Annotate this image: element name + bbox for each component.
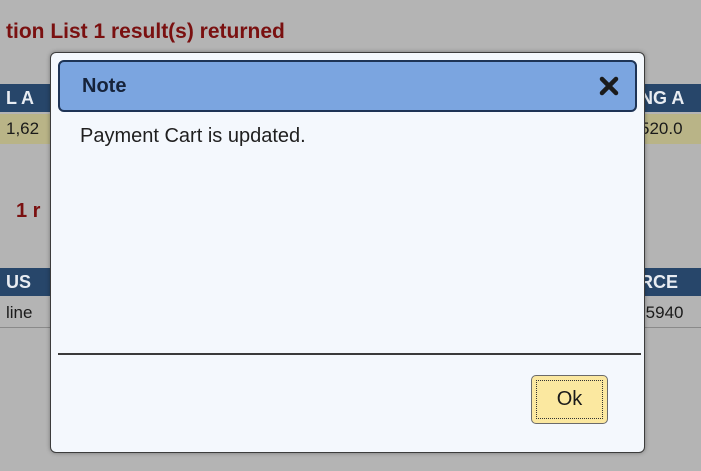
dialog-divider (58, 353, 641, 355)
column-header-left: L A (6, 88, 35, 108)
page-title: tion List 1 result(s) returned (6, 20, 285, 43)
column-header-status: US (6, 272, 32, 292)
cell-amount-left: 1,62 (6, 119, 40, 138)
ok-button[interactable]: Ok (531, 375, 608, 424)
cell-status: line (6, 303, 33, 322)
cell-source: -5940 (640, 303, 684, 322)
ok-button-label: Ok (536, 380, 603, 419)
column-header-right: NG A (640, 88, 685, 108)
dialog-title: Note (82, 75, 127, 97)
dialog-message: Payment Cart is updated. (80, 125, 306, 147)
close-icon (599, 76, 619, 96)
close-button[interactable] (595, 72, 623, 100)
note-dialog: Note Payment Cart is updated. Ok (50, 52, 645, 453)
dialog-titlebar[interactable]: Note (58, 60, 637, 112)
column-header-source: RCE (640, 272, 679, 292)
section-subtitle: 1 r (16, 200, 41, 222)
cell-amount-right: 520.0 (640, 119, 683, 138)
